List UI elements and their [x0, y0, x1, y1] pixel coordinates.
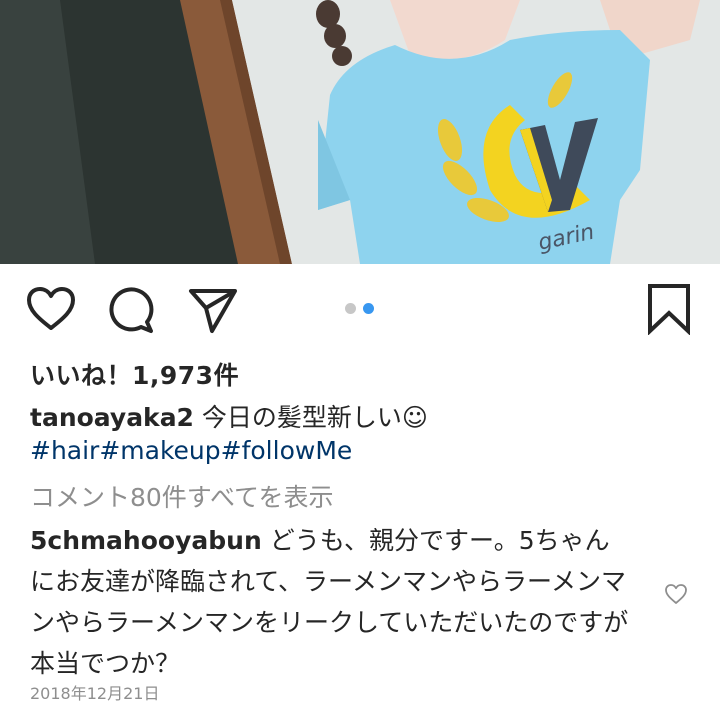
pager-dot-1 — [345, 303, 356, 314]
pager-dot-2 — [363, 303, 374, 314]
post-photo[interactable]: garin — [0, 0, 720, 264]
heart-outline-icon[interactable] — [26, 286, 76, 332]
caption-text: 今日の髪型新しい☺ — [193, 403, 428, 432]
caption-username[interactable]: tanoayaka2 — [30, 403, 194, 432]
comment-bubble-icon[interactable] — [107, 286, 155, 334]
post-date: 2018年12月21日 — [30, 684, 160, 703]
small-heart-outline-icon[interactable] — [664, 583, 688, 605]
likes-count[interactable]: いいね！1,973件 — [30, 356, 239, 392]
bookmark-outline-icon[interactable] — [646, 283, 692, 335]
caption-hashtags[interactable]: #hair#makeup#followMe — [30, 436, 352, 465]
paper-plane-icon[interactable] — [188, 286, 238, 334]
comment-item: 5chmahooyabun どうも、親分ですー。5ちゃんにお友達が降臨されて、ラ… — [30, 520, 630, 684]
photo-illustration: garin — [0, 0, 720, 264]
post-caption: tanoayaka2 今日の髪型新しい☺ — [30, 398, 428, 434]
comment-username[interactable]: 5chmahooyabun — [30, 526, 262, 555]
view-all-comments-link[interactable]: コメント80件すべてを表示 — [30, 478, 334, 514]
